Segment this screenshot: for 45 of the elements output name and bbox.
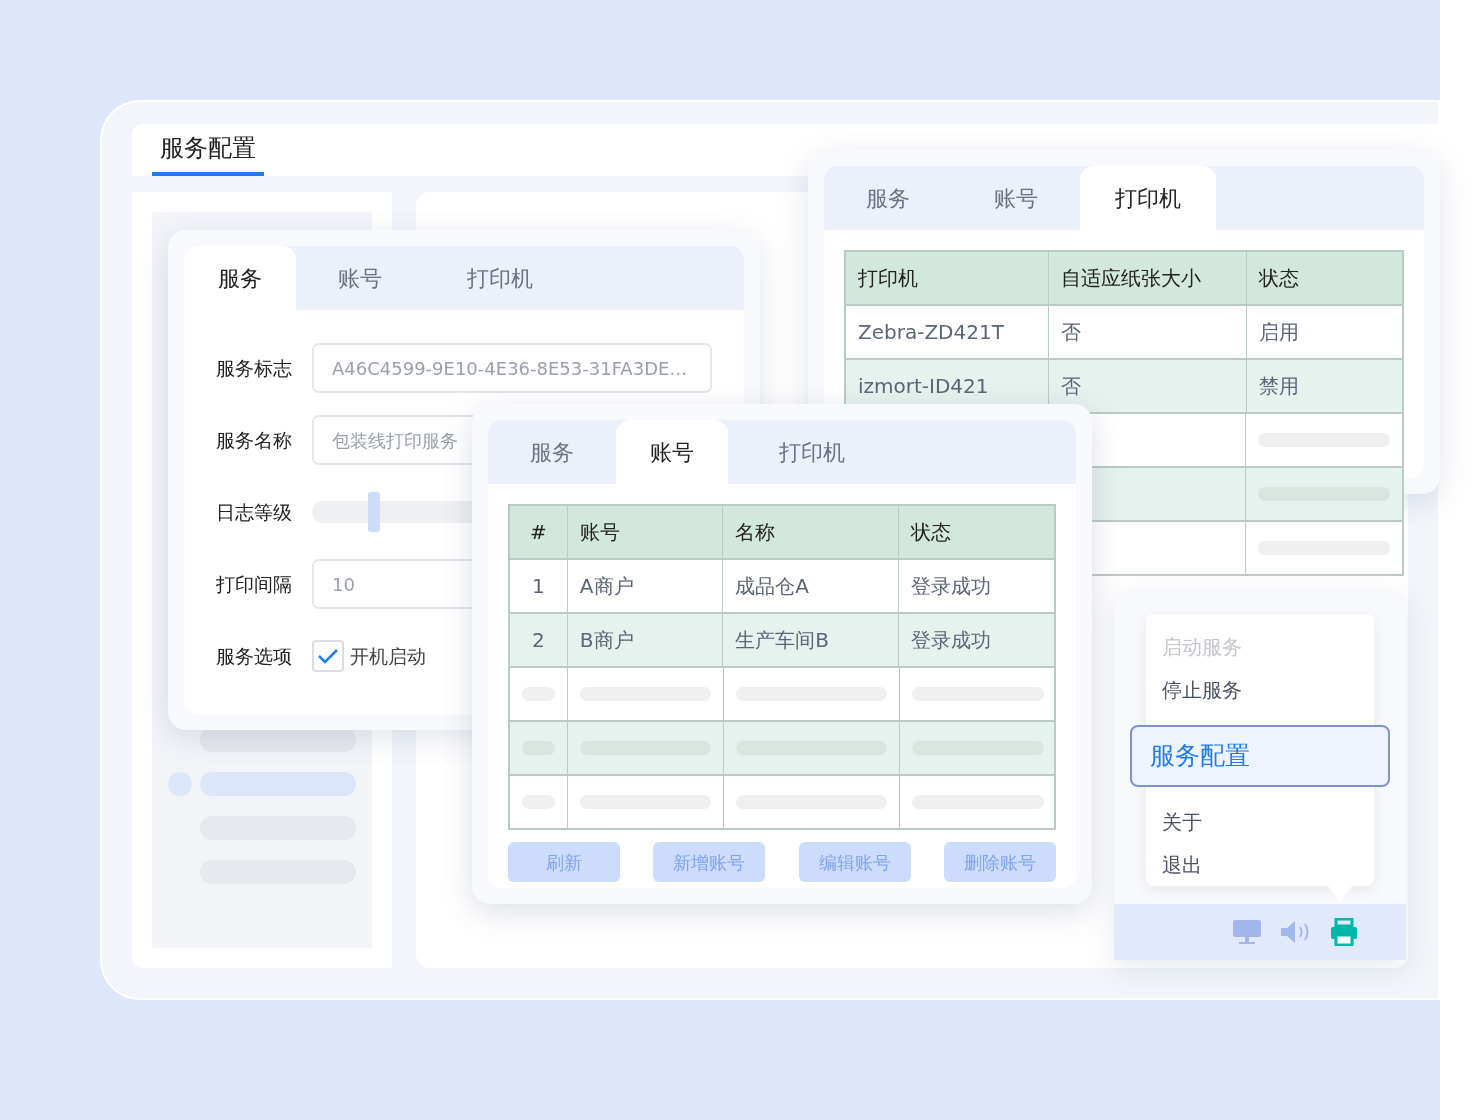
column-header: 账号 — [567, 506, 724, 558]
table-cell-text: 登录成功 — [909, 573, 992, 600]
table-cell-text: 登录成功 — [909, 627, 992, 654]
table-cell: B商户 — [567, 614, 724, 666]
tab[interactable]: 账号 — [296, 246, 424, 310]
menu-item[interactable]: 退出 — [1146, 843, 1374, 887]
check-icon — [317, 648, 339, 664]
menu-item[interactable]: 服务配置 — [1130, 725, 1390, 787]
field-label: 服务选项 — [216, 643, 293, 669]
tab[interactable]: 服务 — [824, 166, 952, 230]
tab[interactable]: 账号 — [616, 420, 728, 484]
field-label: 打印间隔 — [216, 571, 293, 597]
input-field[interactable]: A46C4599-9E10-4E36-8E53-31FA3DE… — [312, 343, 712, 393]
table-cell: 否 — [1048, 306, 1248, 358]
table-cell: 1 — [510, 560, 568, 612]
monitor-icon[interactable] — [1232, 919, 1262, 945]
table-cell: Zebra-ZD421T — [846, 306, 1049, 358]
tab[interactable]: 打印机 — [1080, 166, 1216, 230]
menu-item[interactable]: 关于 — [1146, 801, 1374, 844]
option-label: 开机启动 — [350, 643, 426, 669]
tab[interactable]: 服务 — [488, 420, 616, 484]
menu-item[interactable]: 停止服务 — [1146, 668, 1374, 712]
table-cell: 成品仓A — [723, 560, 899, 612]
field-label: 服务标志 — [216, 355, 293, 381]
table-cell: 生产车间B — [723, 614, 899, 666]
slider-thumb[interactable] — [368, 492, 380, 532]
column-header: 名称 — [723, 506, 899, 558]
column-header: 状态 — [1258, 265, 1301, 292]
tab[interactable]: 账号 — [952, 166, 1080, 230]
tab[interactable]: 打印机 — [424, 246, 576, 310]
tab[interactable]: 服务 — [184, 246, 296, 310]
column-header: 打印机 — [846, 252, 1049, 304]
checkbox[interactable] — [312, 640, 344, 672]
field-label: 日志等级 — [216, 499, 293, 525]
field-label: 服务名称 — [216, 427, 293, 453]
table-cell: A商户 — [567, 560, 724, 612]
table-cell-text: 禁用 — [1258, 373, 1301, 400]
tab[interactable]: 服务配置 — [152, 124, 264, 176]
column-header: 自适应纸张大小 — [1048, 252, 1248, 304]
tab[interactable]: 打印机 — [728, 420, 896, 484]
table-cell-text: 启用 — [1258, 319, 1301, 346]
column-header: 状态 — [909, 519, 952, 546]
printer-icon[interactable] — [1330, 918, 1358, 946]
table-cell: 2 — [510, 614, 568, 666]
column-header: # — [510, 506, 568, 558]
